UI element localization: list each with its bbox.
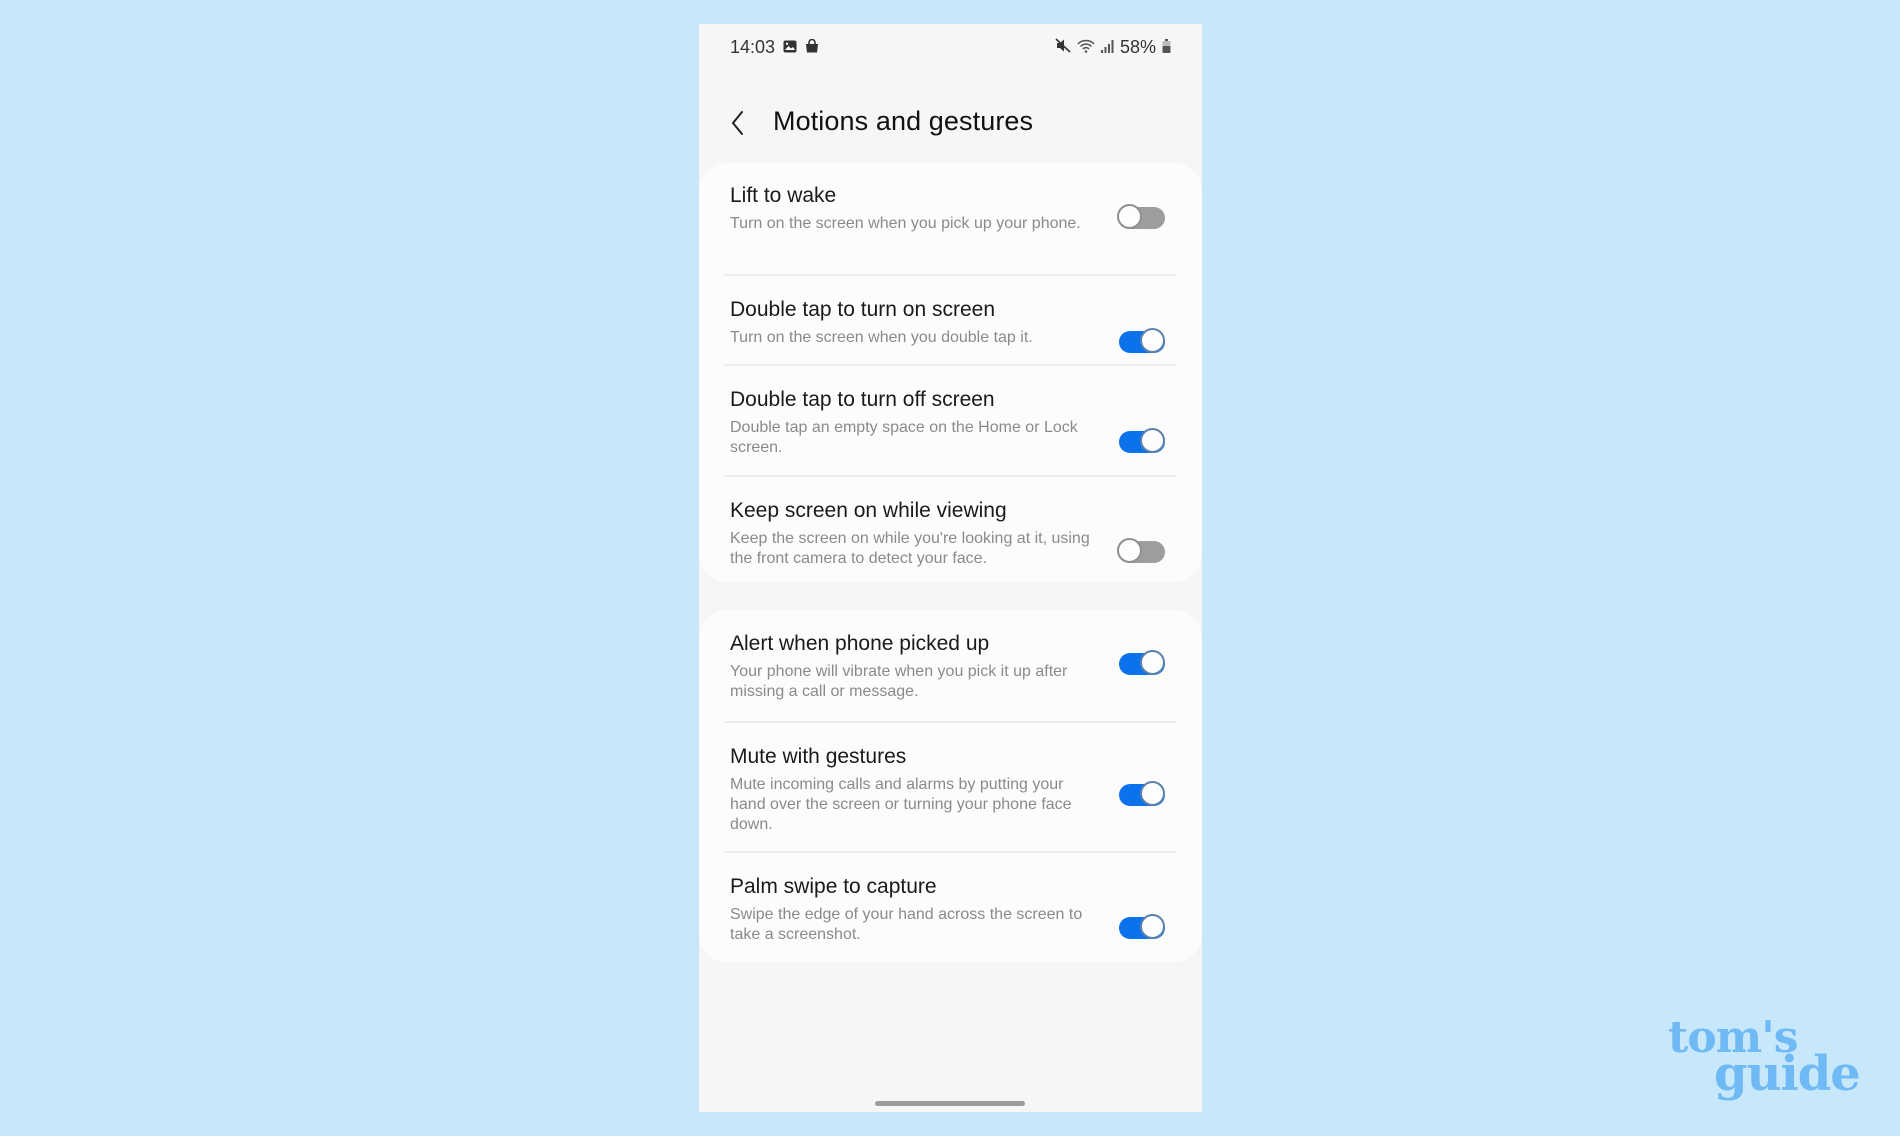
- toggle-double-tap-off[interactable]: [1117, 428, 1167, 456]
- setting-description: Turn on the screen when you pick up your…: [730, 215, 1081, 232]
- setting-description: Swipe the edge of your hand across the s…: [730, 906, 1083, 943]
- logo-line-2: guide: [1714, 1046, 1861, 1102]
- toggle-lift-to-wake[interactable]: [1117, 204, 1167, 232]
- status-time: 14:03: [730, 37, 776, 57]
- home-indicator[interactable]: [875, 1101, 1025, 1106]
- toggle-knob: [1117, 204, 1142, 229]
- toggle-knob: [1140, 781, 1165, 806]
- toggle-knob: [1117, 538, 1142, 563]
- setting-title: Palm swipe to capture: [730, 875, 937, 898]
- toggle-double-tap-on[interactable]: [1117, 328, 1167, 356]
- signal-icon: [1100, 37, 1114, 58]
- setting-lift-to-wake[interactable]: Lift to wake Turn on the screen when you…: [699, 163, 1202, 274]
- setting-title: Lift to wake: [730, 184, 837, 207]
- wifi-icon: [1077, 37, 1095, 58]
- setting-double-tap-on[interactable]: Double tap to turn on screen Turn on the…: [699, 276, 1202, 364]
- status-left-icons: [783, 38, 819, 58]
- settings-group-1: Lift to wake Turn on the screen when you…: [699, 163, 1202, 582]
- chevron-left-icon: [731, 111, 743, 135]
- setting-title: Alert when phone picked up: [730, 632, 990, 655]
- back-button[interactable]: [727, 106, 755, 142]
- toggle-alert-picked-up[interactable]: [1117, 650, 1167, 678]
- gallery-icon: [783, 40, 797, 58]
- setting-keep-screen-on[interactable]: Keep screen on while viewing Keep the sc…: [699, 477, 1202, 582]
- shopping-bag-icon: [805, 38, 819, 58]
- battery-percent: 58%: [1119, 37, 1156, 57]
- toggle-knob: [1140, 428, 1165, 453]
- toggle-keep-screen-on[interactable]: [1117, 538, 1167, 566]
- setting-description: Your phone will vibrate when you pick it…: [730, 663, 1068, 700]
- setting-double-tap-off[interactable]: Double tap to turn off screen Double tap…: [699, 366, 1202, 475]
- setting-title: Mute with gestures: [730, 745, 907, 768]
- setting-alert-picked-up[interactable]: Alert when phone picked up Your phone wi…: [699, 610, 1202, 721]
- page-title: Motions and gestures: [773, 106, 1034, 136]
- toggle-knob: [1140, 328, 1165, 353]
- setting-description: Double tap an empty space on the Home or…: [730, 419, 1078, 456]
- status-right: 58%: [1055, 37, 1171, 58]
- toggle-knob: [1140, 650, 1165, 675]
- setting-description: Keep the screen on while you're looking …: [730, 530, 1090, 567]
- setting-description: Turn on the screen when you double tap i…: [730, 329, 1033, 346]
- setting-title: Double tap to turn on screen: [730, 298, 996, 321]
- setting-palm-swipe[interactable]: Palm swipe to capture Swipe the edge of …: [699, 853, 1202, 962]
- phone-screen: 14:03 58% Motions and gestures Lift to w…: [699, 24, 1202, 1112]
- setting-mute-gestures[interactable]: Mute with gestures Mute incoming calls a…: [699, 723, 1202, 851]
- toms-guide-logo: tom's guide: [1668, 1016, 1861, 1102]
- battery-icon: [1162, 37, 1171, 58]
- mute-icon: [1055, 37, 1071, 58]
- setting-title: Double tap to turn off screen: [730, 388, 995, 411]
- setting-description: Mute incoming calls and alarms by puttin…: [730, 776, 1072, 833]
- toggle-mute-gestures[interactable]: [1117, 781, 1167, 809]
- toggle-palm-swipe[interactable]: [1117, 914, 1167, 942]
- setting-title: Keep screen on while viewing: [730, 499, 1007, 522]
- settings-group-2: Alert when phone picked up Your phone wi…: [699, 610, 1202, 962]
- toggle-knob: [1140, 914, 1165, 939]
